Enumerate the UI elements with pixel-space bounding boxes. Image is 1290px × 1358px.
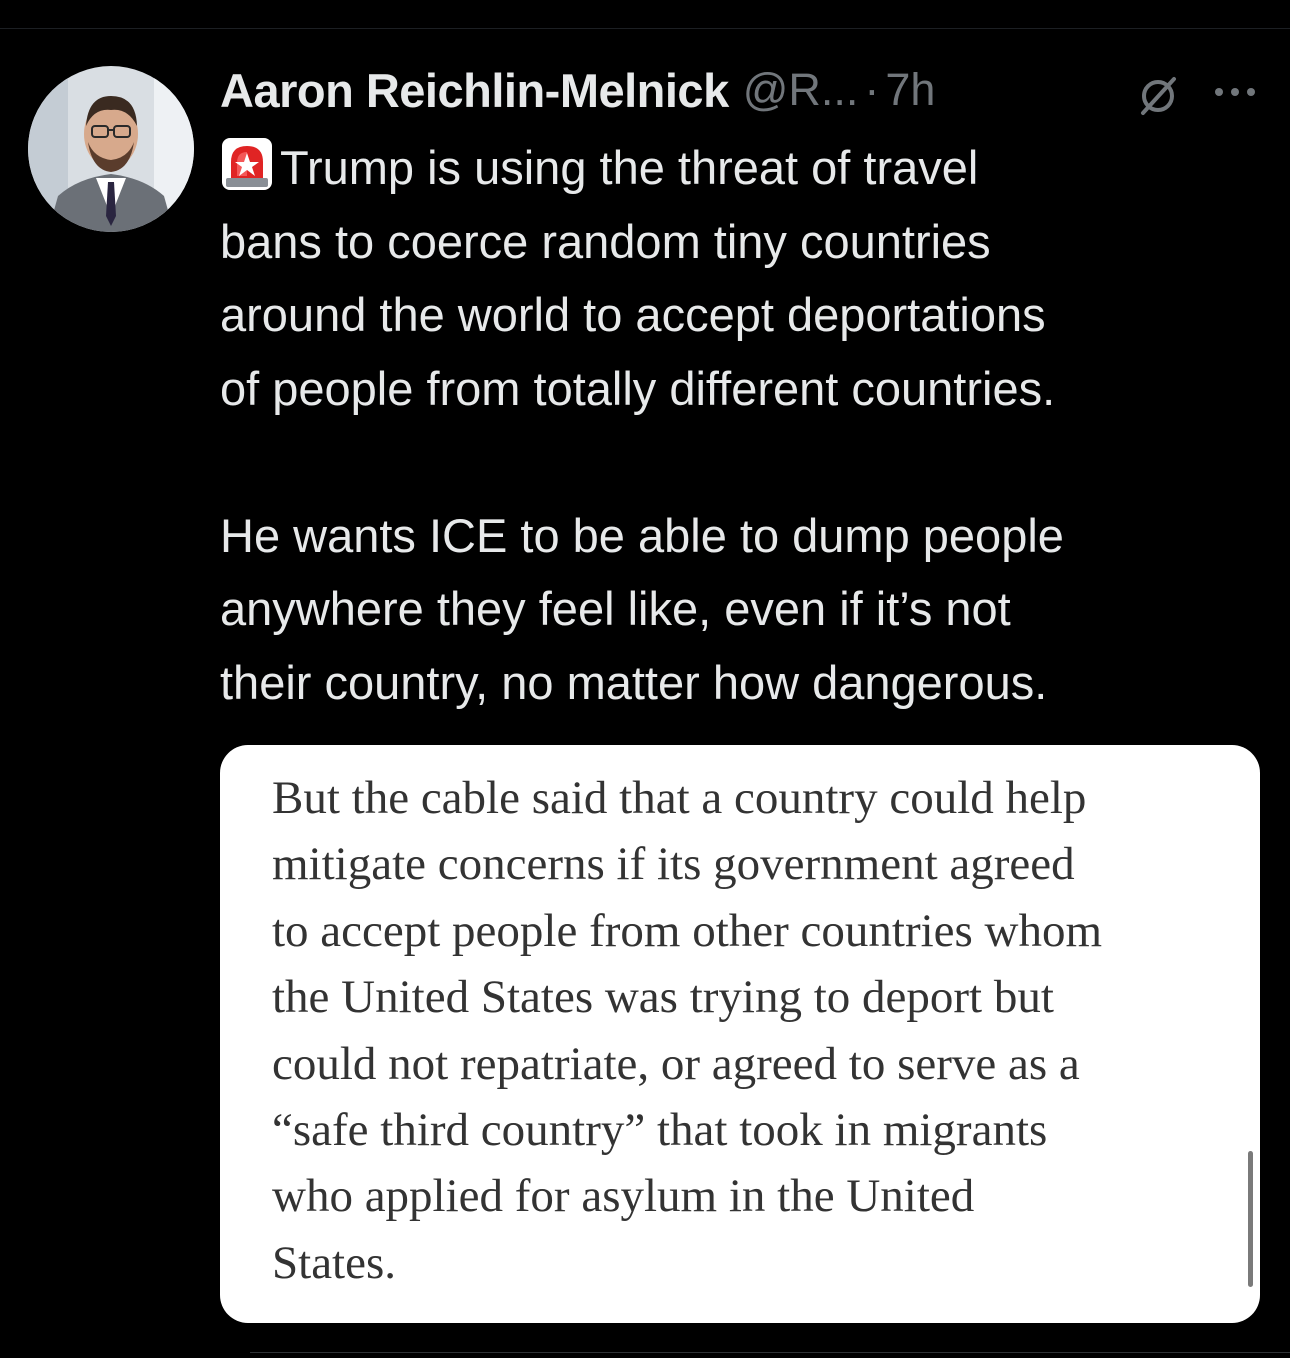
excerpt-line: the United States was trying to deport b… (272, 971, 1054, 1024)
post-text-line-5: He wants ICE to be able to dump people (220, 508, 1064, 562)
excerpt-line: who applied for asylum in the United (272, 1170, 975, 1223)
excerpt-line: But the cable said that a country could … (272, 772, 1087, 824)
attached-image-card[interactable]: But the cable said that a country could … (220, 745, 1260, 1323)
article-excerpt: But the cable said that a country could … (272, 765, 1232, 1296)
excerpt-line: mitigate concerns if its government agre… (272, 838, 1075, 891)
excerpt-line: could not repatriate, or agreed to serve… (272, 1037, 1080, 1090)
bottom-divider (250, 1352, 1290, 1353)
image-scrollbar[interactable] (1248, 1151, 1253, 1287)
excerpt-line: to accept people from other countries wh… (272, 904, 1103, 957)
grok-slash-circle-icon[interactable] (1136, 74, 1180, 118)
avatar-photo (28, 66, 194, 232)
excerpt-line: “safe third country” that took in migran… (272, 1104, 1048, 1157)
more-options-icon[interactable] (1210, 80, 1260, 104)
header-separator: · (864, 64, 880, 115)
author-avatar[interactable] (28, 66, 194, 232)
post-text-line-7: their country, no matter how dangerous. (220, 655, 1048, 709)
post-text-line-4: of people from totally different countri… (220, 361, 1056, 415)
post-timestamp[interactable]: 7h (885, 64, 935, 116)
post-text-line-3: around the world to accept deportations (220, 288, 1046, 341)
post-text-line-2: bans to coerce random tiny countries (220, 214, 991, 268)
post-text-line-6: anywhere they feel like, even if it’s no… (220, 582, 1011, 635)
top-divider (0, 28, 1290, 29)
rotating-light-emoji-icon (222, 138, 272, 190)
excerpt-line: States. (272, 1236, 397, 1289)
author-handle[interactable]: @R... (743, 64, 859, 116)
post-text-line-1-text: Trump is using the threat of travel (280, 141, 979, 194)
post-header: Aaron Reichlin-Melnick @R... · 7h (220, 58, 1270, 122)
post-body: Trump is using the threat of travel bans… (220, 131, 1280, 719)
post-text-line-1: Trump is using the threat of travel (220, 131, 1280, 205)
author-display-name[interactable]: Aaron Reichlin-Melnick (220, 63, 729, 118)
